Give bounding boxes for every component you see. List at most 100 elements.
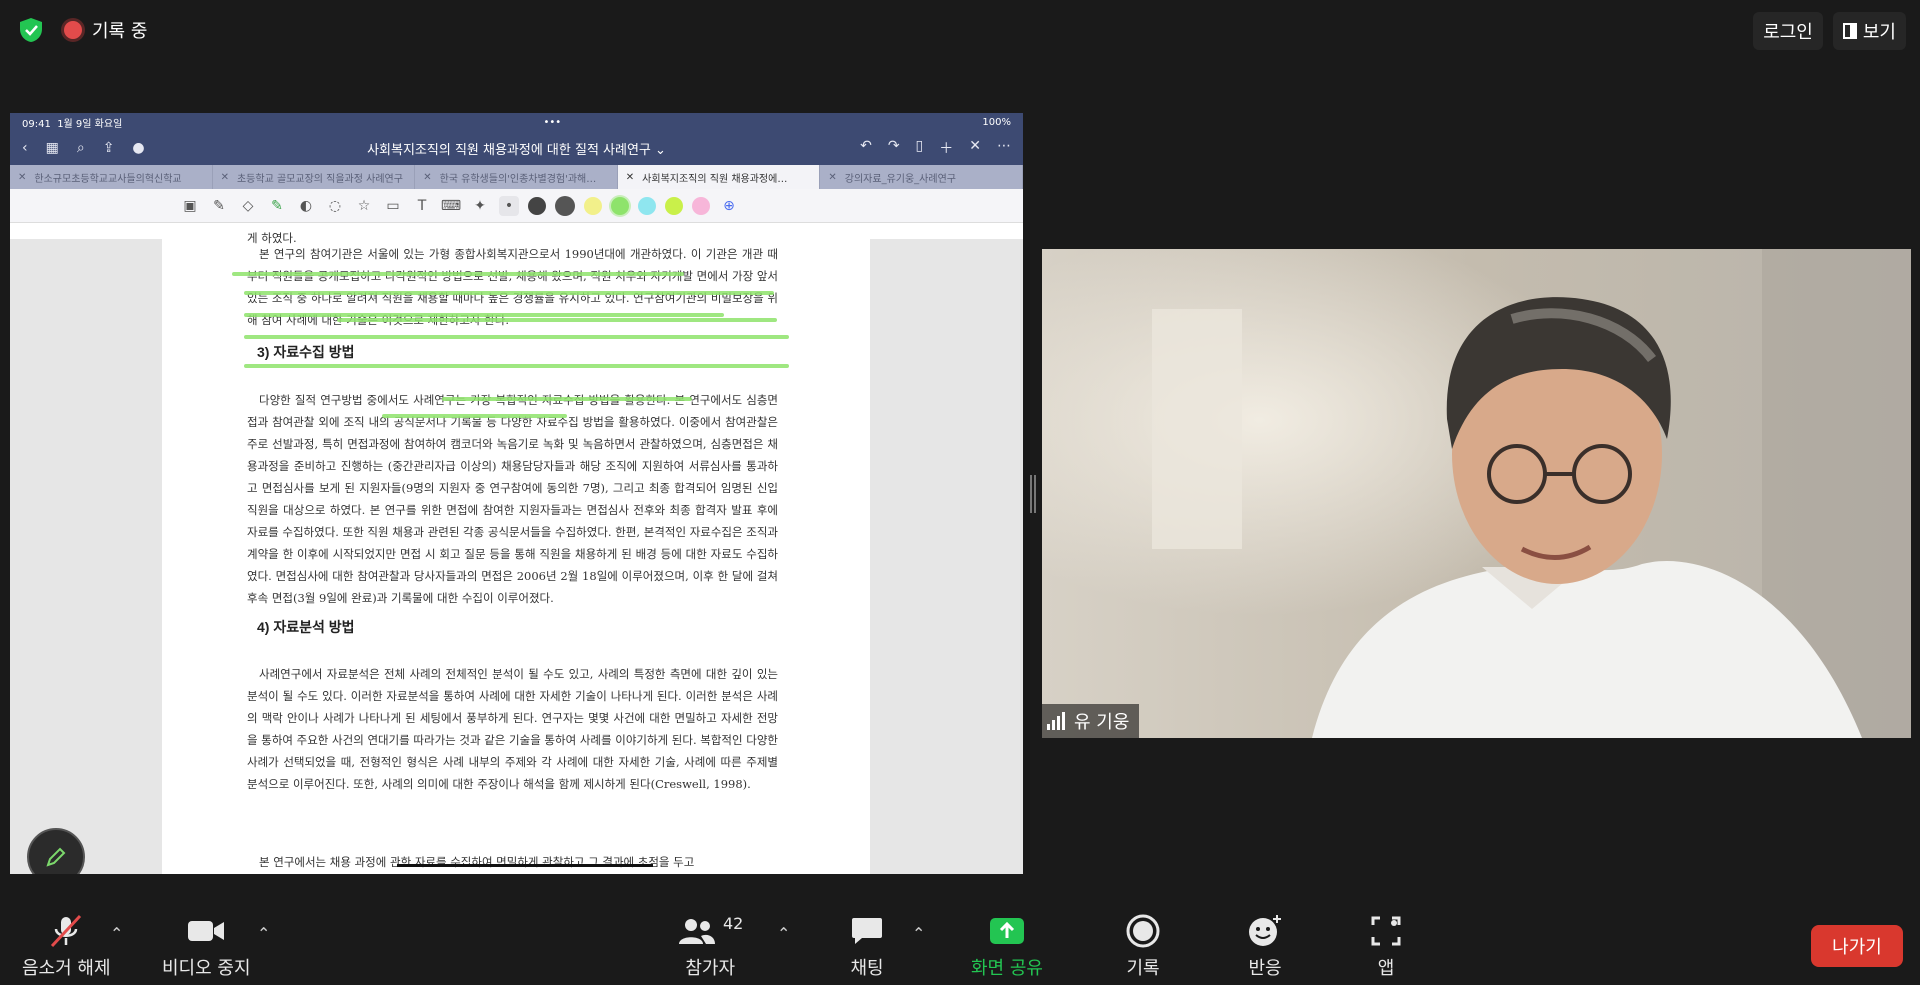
bookmark-icon[interactable]: ▯ bbox=[916, 138, 924, 158]
chat-button[interactable]: 채팅 bbox=[850, 914, 884, 980]
meeting-toolbar: 음소거 해제 ⌃ 비디오 중지 ⌃ 42 참가자 ⌃ 채팅 ⌃ 화면 공유 기록… bbox=[0, 900, 1920, 985]
document-area[interactable]: 게 하였다. 본 연구의 참여기관은 서울에 있는 가형 종합사회복지관으로서 … bbox=[10, 231, 1023, 874]
document-tab[interactable]: ✕ 한소규모초등학교교사들의혁신학교 bbox=[10, 165, 213, 189]
tab-close-icon[interactable]: ✕ bbox=[423, 172, 431, 183]
document-action-icons: ↶ ↷ ▯ ＋ ✕ ⋯ bbox=[860, 138, 1011, 158]
more-icon[interactable]: ⋯ bbox=[997, 138, 1011, 158]
color-swatch-green[interactable] bbox=[611, 196, 629, 215]
view-button[interactable]: 보기 bbox=[1832, 12, 1906, 50]
undo-icon[interactable]: ↶ bbox=[860, 138, 872, 158]
color-swatch-cyan[interactable] bbox=[638, 196, 656, 215]
highlight-stroke bbox=[232, 272, 684, 276]
participant-name-tag: 유 기웅 bbox=[1042, 704, 1140, 738]
highlight-stroke bbox=[244, 291, 774, 295]
stop-video-button[interactable]: 비디오 중지 bbox=[162, 914, 251, 980]
chat-label: 채팅 bbox=[850, 958, 884, 979]
reactions-button[interactable]: 반응 bbox=[1247, 914, 1283, 980]
apps-button[interactable]: 앱 bbox=[1370, 914, 1402, 980]
thickness-small-icon[interactable]: • bbox=[499, 195, 519, 216]
add-color-icon[interactable]: ⊕ bbox=[719, 196, 739, 216]
color-swatch-pink[interactable] bbox=[692, 196, 710, 215]
shapes-tool-icon[interactable]: ◐ bbox=[296, 196, 316, 216]
tab-label: 사회복지조직의 직원 채용과정에… bbox=[642, 173, 788, 185]
document-tab-active[interactable]: ✕ 사회복지조직의 직원 채용과정에… bbox=[617, 165, 821, 189]
recording-indicator[interactable]: 기록 중 bbox=[64, 17, 147, 43]
apps-label: 앱 bbox=[1377, 958, 1395, 979]
add-page-icon[interactable]: ＋ bbox=[939, 138, 953, 158]
highlight-stroke bbox=[442, 397, 692, 401]
status-battery: 100% bbox=[982, 116, 1011, 128]
close-icon[interactable]: ✕ bbox=[969, 138, 981, 158]
record-button[interactable]: 기록 bbox=[1126, 914, 1160, 980]
color-swatch-dark[interactable] bbox=[528, 196, 546, 215]
highlight-stroke bbox=[337, 318, 777, 322]
image-tool-icon[interactable]: ▭ bbox=[383, 196, 403, 216]
participants-icon bbox=[679, 919, 715, 944]
sticker-tool-icon[interactable]: ☆ bbox=[354, 196, 374, 216]
document-page[interactable]: 게 하였다. 본 연구의 참여기관은 서울에 있는 가형 종합사회복지관으로서 … bbox=[162, 231, 870, 874]
tab-label: 한소규모초등학교교사들의혁신학교 bbox=[34, 173, 182, 185]
unmute-button[interactable]: 음소거 해제 bbox=[22, 914, 111, 980]
recording-label: 기록 중 bbox=[92, 21, 148, 42]
redo-icon[interactable]: ↷ bbox=[888, 138, 900, 158]
view-layout-icon bbox=[1842, 23, 1857, 39]
lasso-tool-icon[interactable]: ◌ bbox=[325, 196, 345, 216]
keyboard-tool-icon[interactable]: ⌨ bbox=[441, 196, 461, 216]
mic-icon[interactable]: ● bbox=[132, 140, 144, 156]
highlight-stroke bbox=[244, 335, 789, 339]
grid-icon[interactable]: ▦ bbox=[46, 140, 59, 156]
status-time: 09:41 bbox=[22, 118, 51, 130]
tab-close-icon[interactable]: ✕ bbox=[828, 172, 836, 183]
back-icon[interactable]: ‹ bbox=[22, 140, 28, 156]
eraser-tool-icon[interactable]: ◇ bbox=[238, 196, 258, 216]
document-tab[interactable]: ✕ 한국 유학생들의'인종차별경험'과해… bbox=[415, 165, 618, 189]
stop-video-label: 비디오 중지 bbox=[162, 958, 251, 979]
color-swatch-lime[interactable] bbox=[665, 196, 683, 215]
participant-video-tile[interactable]: 유 기웅 bbox=[1042, 249, 1911, 738]
highlight-stroke bbox=[244, 364, 789, 368]
security-shield-icon[interactable] bbox=[18, 17, 44, 43]
section-heading: 4) 자료분석 방법 bbox=[257, 619, 355, 635]
laser-tool-icon[interactable]: ✦ bbox=[470, 196, 490, 216]
muted-mic-icon bbox=[48, 914, 84, 948]
text-tool-icon[interactable]: T bbox=[412, 196, 432, 216]
participants-count: 42 bbox=[723, 914, 744, 933]
participants-button[interactable]: 42 참가자 bbox=[677, 914, 743, 980]
record-icon bbox=[1126, 914, 1160, 948]
audio-options-caret[interactable]: ⌃ bbox=[110, 924, 123, 943]
top-right-controls: 로그인 보기 bbox=[1753, 12, 1906, 50]
tab-close-icon[interactable]: ✕ bbox=[18, 172, 26, 183]
highlighter-tool-icon[interactable]: ✎ bbox=[267, 196, 287, 216]
video-options-caret[interactable]: ⌃ bbox=[257, 924, 270, 943]
scan-icon[interactable]: ▣ bbox=[180, 196, 200, 216]
document-nav-icons: ‹ ▦ ⌕ ⇪ ● bbox=[22, 140, 145, 156]
login-button[interactable]: 로그인 bbox=[1753, 12, 1823, 50]
panel-resize-handle[interactable] bbox=[1030, 475, 1036, 513]
share-icon[interactable]: ⇪ bbox=[103, 140, 115, 156]
signal-strength-icon bbox=[1047, 712, 1065, 730]
color-swatch-yellow[interactable] bbox=[584, 196, 602, 215]
highlight-stroke bbox=[244, 313, 724, 317]
view-label: 보기 bbox=[1862, 22, 1896, 43]
status-date: 1월 9일 화요일 bbox=[57, 118, 123, 130]
pen-tool-icon[interactable]: ✎ bbox=[209, 196, 229, 216]
tab-close-icon[interactable]: ✕ bbox=[221, 172, 229, 183]
document-tab[interactable]: ✕ 초등학교 골모교장의 직을과정 사례연구 bbox=[213, 165, 416, 189]
apps-icon bbox=[1370, 914, 1402, 948]
shared-screen[interactable]: 09:41 1월 9일 화요일 ••• 100% ‹ ▦ ⌕ ⇪ ● 사회복지조… bbox=[10, 113, 1023, 874]
document-tab[interactable]: ✕ 강의자료_유기웅_사례연구 bbox=[820, 165, 1023, 189]
login-label: 로그인 bbox=[1763, 22, 1813, 43]
participants-options-caret[interactable]: ⌃ bbox=[777, 924, 790, 943]
share-screen-button[interactable]: 화면 공유 bbox=[971, 914, 1043, 980]
chat-options-caret[interactable]: ⌃ bbox=[912, 924, 925, 943]
paragraph-partial: 본 연구에서는 채용 과정에 관한 자료를 수집하여 면밀하게 관찰하고 그 결… bbox=[259, 855, 695, 869]
share-screen-label: 화면 공유 bbox=[971, 958, 1043, 979]
leave-meeting-button[interactable]: 나가기 bbox=[1811, 925, 1903, 967]
tab-close-icon[interactable]: ✕ bbox=[626, 172, 634, 183]
annotation-toolbar: ▣ ✎ ◇ ✎ ◐ ◌ ☆ ▭ T ⌨ ✦ • ⊕ bbox=[10, 189, 1023, 223]
search-icon[interactable]: ⌕ bbox=[77, 140, 85, 156]
tab-label: 한국 유학생들의'인종차별경험'과해… bbox=[439, 173, 597, 185]
status-dots: ••• bbox=[543, 116, 562, 128]
paragraph-data-collection: 다양한 질적 연구방법 중에서도 사례연구는 가장 복합적인 자료수집 방법을 … bbox=[247, 393, 778, 605]
color-swatch-black[interactable] bbox=[555, 195, 575, 216]
